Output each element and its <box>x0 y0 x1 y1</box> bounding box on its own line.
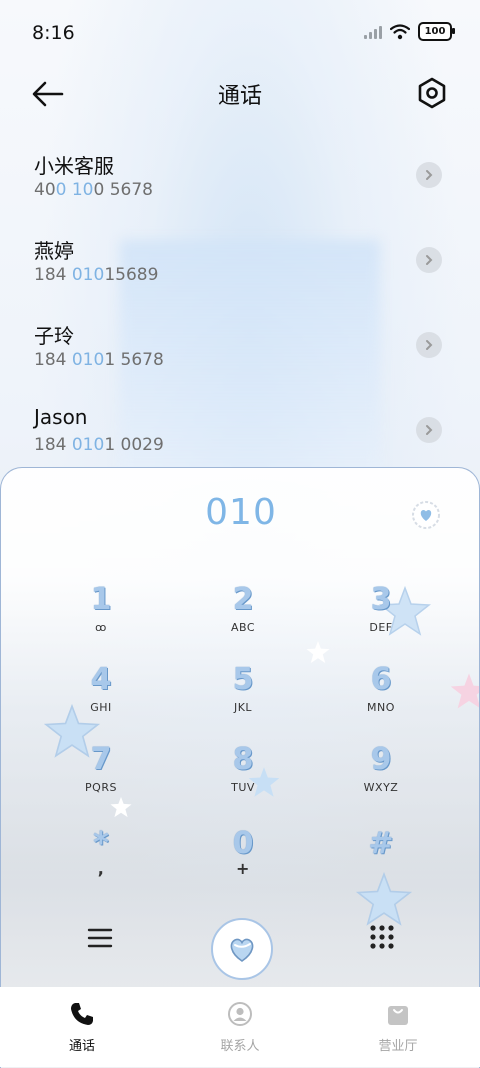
shopping-bag-icon <box>388 1006 408 1025</box>
dialpad-key-0[interactable]: 0 + <box>183 827 303 879</box>
tab-business-hall-label: 营业厅 <box>378 1039 418 1054</box>
contact-row[interactable]: 燕婷 184 01015689 <box>0 225 480 310</box>
tab-calls[interactable]: 通话 <box>22 1001 142 1054</box>
contact-row[interactable]: 小米客服 400 100 5678 <box>0 140 480 225</box>
tab-business-hall[interactable]: 营业厅 <box>338 1001 458 1054</box>
contacts-icon <box>228 1002 252 1026</box>
chevron-right-icon[interactable] <box>416 162 442 188</box>
tab-calls-label: 通话 <box>68 1039 95 1054</box>
dialpad-key-4[interactable]: 4 GHI <box>41 663 161 715</box>
dialpad-toggle-icon[interactable] <box>367 922 397 952</box>
wifi-icon <box>390 23 410 39</box>
star-decoration-icon <box>306 640 330 664</box>
menu-icon[interactable] <box>85 923 115 953</box>
dialpad-key-2[interactable]: 2 ABC <box>183 583 303 635</box>
signal-icon <box>364 25 382 39</box>
contact-row[interactable]: 子玲 184 0101 5678 <box>0 310 480 395</box>
phone-icon <box>71 1003 93 1025</box>
tab-contacts-label: 联系人 <box>220 1039 260 1054</box>
heart-call-icon <box>230 938 254 962</box>
dialpad-key-6[interactable]: 6 MNO <box>321 663 441 715</box>
star-decoration-icon <box>450 673 479 709</box>
dialpad-key-1[interactable]: 1ꝏ <box>41 583 161 635</box>
contact-number: 184 0101 5678 <box>34 350 164 370</box>
dialpad-key-5[interactable]: 5 JKL <box>183 663 303 715</box>
contact-name: 燕婷 <box>34 239 74 263</box>
dialpad-key-8[interactable]: 8 TUV <box>183 743 303 795</box>
dialpad-key-3[interactable]: 3 DEF <box>321 583 441 635</box>
bottom-navigation: 通话 联系人 营业厅 <box>0 987 480 1067</box>
chevron-right-icon[interactable] <box>416 332 442 358</box>
chevron-right-icon[interactable] <box>416 247 442 273</box>
settings-icon[interactable] <box>414 75 450 111</box>
star-decoration-icon <box>355 872 413 926</box>
dialpad-panel: 010 1ꝏ 2 ABC 3 DEF 4 GHI 5 JKL 6 MNO 7 PQRS 8T… <box>0 467 480 1068</box>
dialpad-key-hash[interactable]: # <box>321 827 441 865</box>
contact-name: 子玲 <box>34 324 74 348</box>
contact-name: 小米客服 <box>34 154 114 178</box>
dialpad-key-7[interactable]: 7 PQRS <box>41 743 161 795</box>
contact-number: 184 01015689 <box>34 265 159 285</box>
contact-name: Jason <box>34 405 88 429</box>
app-header: 通话 <box>0 66 480 122</box>
chevron-right-icon[interactable] <box>416 417 442 443</box>
page-title: 通话 <box>217 84 262 109</box>
dialpad-key-star[interactable]: *, <box>41 827 161 879</box>
status-icons: 100 <box>364 22 455 41</box>
dialed-number[interactable]: 010 <box>1 492 479 533</box>
contact-number: 184 0101 0029 <box>34 435 164 455</box>
battery-level: 100 <box>424 26 446 37</box>
star-decoration-icon <box>110 796 132 818</box>
heart-badge-icon[interactable] <box>411 500 441 530</box>
battery-icon: 100 <box>418 22 455 41</box>
status-bar: 8:16 100 <box>0 0 480 66</box>
contact-number: 400 100 5678 <box>34 180 153 200</box>
tab-contacts[interactable]: 联系人 <box>180 1001 300 1054</box>
contact-suggestion-list: 小米客服 400 100 5678 燕婷 184 01015689 子玲 184… <box>0 140 480 480</box>
status-time: 8:16 <box>32 22 75 44</box>
dialpad-key-9[interactable]: 9 WXYZ <box>321 743 441 795</box>
call-button[interactable] <box>211 918 273 980</box>
